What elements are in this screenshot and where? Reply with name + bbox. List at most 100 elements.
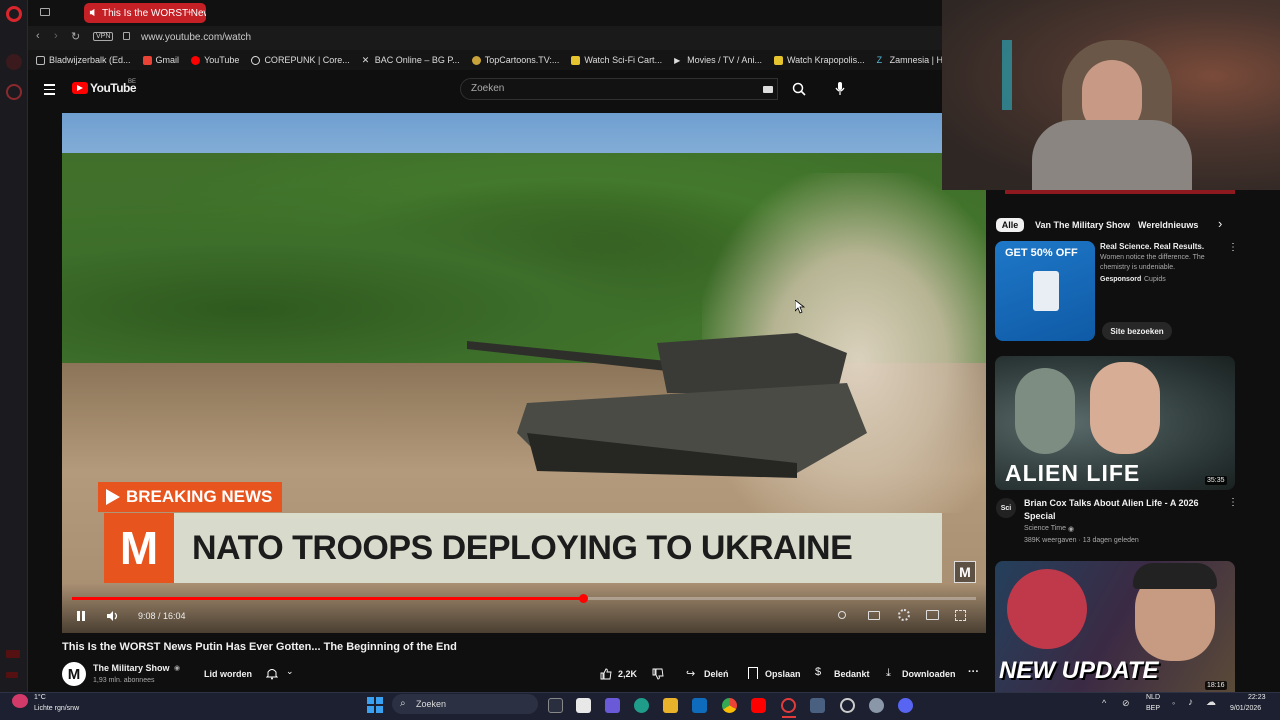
new-tab-button[interactable]: + [186, 5, 193, 19]
microphone-icon[interactable] [835, 81, 845, 101]
teams-icon[interactable] [605, 698, 620, 713]
edge-icon[interactable] [634, 698, 649, 713]
bookmark-save-icon[interactable] [748, 667, 758, 679]
chip-world-news[interactable]: Wereldnieuws [1138, 218, 1198, 232]
clock-date[interactable]: 9/01/2026 [1230, 705, 1261, 712]
bookmark-item[interactable]: Gmail [142, 55, 179, 65]
chip-channel[interactable]: Van The Military Show [1035, 218, 1130, 232]
speaker-icon[interactable]: ♪ [1188, 697, 1193, 708]
pause-icon[interactable] [76, 609, 86, 627]
bookmark-item[interactable]: YouTube [191, 55, 239, 65]
miniplayer-icon[interactable] [926, 610, 939, 620]
keyboard-icon[interactable] [763, 86, 773, 93]
calculator-icon[interactable] [810, 698, 825, 713]
youtube-app-icon[interactable] [751, 698, 766, 713]
onedrive-icon[interactable]: ☁ [1206, 697, 1216, 708]
channel-name[interactable]: The Military Show [93, 663, 170, 673]
search-icon[interactable] [792, 82, 806, 101]
volume-icon[interactable] [106, 609, 119, 627]
url-field[interactable]: www.youtube.com/watch [141, 32, 251, 43]
task-view-icon[interactable] [548, 698, 563, 713]
bookmark-item[interactable]: Watch Sci-Fi Cart... [571, 55, 662, 65]
aria-icon[interactable] [6, 54, 22, 70]
join-button[interactable]: Lid worden [204, 669, 252, 679]
settings-icon[interactable] [869, 698, 884, 713]
bookmark-item[interactable]: ▶ Movies / TV / Ani... [674, 55, 762, 65]
channel-avatar[interactable]: M [62, 662, 86, 686]
like-icon[interactable] [600, 667, 612, 685]
chrome-icon[interactable] [722, 698, 737, 713]
thanks-icon[interactable]: $ [815, 666, 821, 678]
opera-logo-icon[interactable] [6, 6, 22, 22]
download-icon[interactable]: ⤓ [886, 667, 891, 680]
youtube-logo-icon[interactable] [72, 82, 88, 94]
outlook-icon[interactable] [692, 698, 707, 713]
keyboard-layout[interactable]: BEP [1146, 705, 1160, 712]
menu-icon[interactable] [44, 84, 55, 95]
chevron-down-icon[interactable]: ⌄ [286, 666, 294, 677]
progress-bar[interactable] [72, 594, 976, 603]
discord-icon[interactable] [898, 698, 913, 713]
store-icon[interactable] [576, 698, 591, 713]
search-input[interactable]: Zoeken [460, 78, 778, 100]
weather-icon[interactable] [12, 694, 28, 708]
language-code[interactable]: NLD [1146, 694, 1160, 701]
channel-watermark[interactable]: M [954, 561, 976, 583]
weather-temperature[interactable]: 1°C [34, 694, 46, 701]
visit-site-button[interactable]: Site bezoeken [1102, 322, 1172, 340]
share-button[interactable]: Deleń [704, 669, 729, 679]
video-thumbnail[interactable]: ALIEN LIFE 35:35 [995, 356, 1235, 490]
autoplay-toggle[interactable] [838, 611, 846, 619]
ad-image[interactable]: GET 50% OFF [995, 241, 1095, 341]
bookmark-item[interactable]: Bladwijzerbalk (Ed... [36, 55, 131, 65]
bookmark-item[interactable]: ZZamnesia | Het Be [877, 55, 942, 65]
channel-avatar[interactable]: Sci [996, 498, 1016, 518]
bookmark-item[interactable]: TopCartoons.TV:... [471, 55, 559, 65]
dislike-icon[interactable] [652, 667, 664, 685]
subtitles-icon[interactable] [868, 611, 880, 620]
bookmark-item[interactable]: Watch Krapopolis... [773, 55, 865, 65]
workspace-icon[interactable] [40, 8, 50, 16]
download-button[interactable]: Downloaden [902, 669, 956, 679]
tray-muted-icon[interactable]: ⊘ [1122, 698, 1130, 709]
network-icon[interactable]: ◦ [1172, 698, 1175, 708]
reload-icon[interactable]: ↻ [71, 30, 80, 43]
opera-gx-icon[interactable] [781, 698, 796, 713]
address-bar: ‹ › ↻ VPN www.youtube.com/watch [28, 26, 942, 50]
video-channel[interactable]: Science Time [1024, 525, 1066, 532]
settings-gear-icon[interactable] [898, 609, 910, 621]
video-player[interactable]: BREAKING NEWS M NATO TROOPS DEPLOYING TO… [62, 113, 986, 633]
progress-scrubber[interactable] [578, 594, 588, 603]
chevron-right-icon[interactable]: › [1218, 216, 1222, 231]
taskbar-search[interactable]: ⌕ Zoeken [392, 694, 538, 714]
bell-icon[interactable] [265, 667, 279, 685]
steam-icon[interactable] [840, 698, 855, 713]
vpn-badge[interactable]: VPN [93, 32, 114, 41]
file-explorer-icon[interactable] [663, 698, 678, 713]
ad-more-icon[interactable]: ⋮ [1228, 242, 1238, 253]
video-title[interactable]: Brian Cox Talks About Alien Life - A 202… [1024, 497, 1214, 523]
more-icon[interactable] [6, 672, 18, 678]
video-thumbnail[interactable]: NEW UPDATE 18:16 [995, 561, 1235, 692]
chip-all[interactable]: Alle [996, 218, 1024, 232]
bookmark-item[interactable]: COREPUNK | Core... [251, 55, 350, 65]
share-icon[interactable]: ↪ [686, 667, 695, 680]
windows-start-icon[interactable] [367, 697, 383, 713]
history-icon[interactable] [6, 84, 22, 100]
forward-icon[interactable]: › [54, 30, 58, 42]
video-more-icon[interactable]: ⋮ [1228, 497, 1238, 508]
clock-time[interactable]: 22:23 [1248, 694, 1266, 701]
thanks-button[interactable]: Bedankt [834, 669, 870, 679]
bookmark-item[interactable]: ✕ BAC Online – BG P... [362, 55, 460, 65]
save-button[interactable]: Opslaan [765, 669, 801, 679]
ad-title[interactable]: Real Science. Real Results. [1100, 242, 1204, 251]
thumbnail-caption: NEW UPDATE [999, 657, 1159, 684]
gx-icon[interactable] [6, 650, 20, 658]
fullscreen-icon[interactable] [955, 610, 966, 621]
more-actions-icon[interactable]: ··· [968, 666, 979, 678]
weather-description[interactable]: Lichte rgn/snw [34, 705, 79, 712]
tray-chevron-icon[interactable]: ^ [1102, 698, 1106, 708]
back-icon[interactable]: ‹ [36, 30, 40, 42]
video-title: This Is the WORST News Putin Has Ever Go… [62, 641, 457, 653]
lock-icon[interactable] [123, 32, 130, 40]
